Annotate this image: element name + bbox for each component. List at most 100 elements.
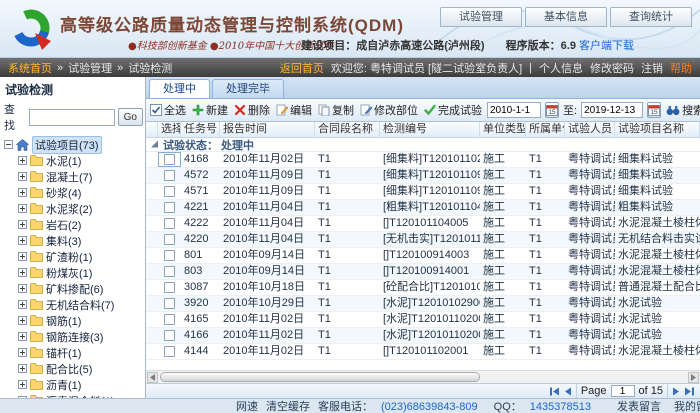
tree-item[interactable]: 沥青(1) <box>4 377 143 392</box>
copy-button[interactable]: 复制 <box>317 101 355 119</box>
tree-item[interactable]: 水泥浆(2) <box>4 201 143 216</box>
horizontal-scrollbar[interactable] <box>146 370 700 383</box>
tree-root[interactable]: 试验项目(73) <box>4 137 143 152</box>
tree-item[interactable]: 锚杆(1) <box>4 345 143 360</box>
logout-link[interactable]: 注销 <box>641 60 663 76</box>
group-collapse-icon[interactable] <box>150 140 159 149</box>
new-button[interactable]: 新建 <box>191 101 229 119</box>
row-checkbox[interactable] <box>164 202 175 213</box>
row-checkbox[interactable] <box>164 234 175 245</box>
last-page-icon[interactable] <box>684 387 695 396</box>
table-row[interactable]: 45722010年11月09日T1[细集料]T120101109003施工T1粤… <box>146 168 700 184</box>
tree-expand-icon[interactable] <box>18 252 27 261</box>
table-row[interactable]: 45712010年11月09日T1[细集料]T120101109002施工T1粤… <box>146 184 700 200</box>
table-row[interactable]: 42212010年11月04日T1[粗集料]T120101104001施工T1粤… <box>146 200 700 216</box>
column-header-7[interactable]: 试验人员 <box>565 122 615 137</box>
row-checkbox[interactable] <box>164 314 175 325</box>
table-row[interactable]: 42202010年11月04日T1[无机击实]T120101104001施工T1… <box>146 232 700 248</box>
table-row[interactable]: 8032010年09月14日T1[]T120100914001施工T1粤特调试员… <box>146 264 700 280</box>
row-checkbox[interactable] <box>164 266 175 277</box>
clear-cache-link[interactable]: 清空缓存 <box>266 398 310 413</box>
scroll-right-arrow-icon[interactable] <box>688 372 699 383</box>
first-page-icon[interactable] <box>549 387 560 396</box>
search-button[interactable]: 搜索 <box>665 101 700 119</box>
prev-page-icon[interactable] <box>564 387 572 396</box>
tree-item[interactable]: 粉煤灰(1) <box>4 265 143 280</box>
my-message-link[interactable]: 我的留言 <box>674 401 700 413</box>
breadcrumb-item-test-management[interactable]: 试验管理 <box>68 60 112 76</box>
row-checkbox[interactable] <box>164 186 175 197</box>
tree-expand-icon[interactable] <box>18 396 27 398</box>
table-row[interactable]: 39202010年10月29日T1[水泥]T120101029009施工T1粤特… <box>146 296 700 312</box>
tree-expand-icon[interactable] <box>18 380 27 389</box>
row-checkbox[interactable] <box>164 330 175 341</box>
tree-expand-icon[interactable] <box>18 300 27 309</box>
date-from-calendar-button[interactable]: 15 <box>545 102 559 118</box>
tree-expand-icon[interactable] <box>18 156 27 165</box>
tree-collapse-icon[interactable] <box>4 140 13 149</box>
table-row[interactable]: 41442010年11月02日T1[]T120101102001施工T1粤特调试… <box>146 344 700 360</box>
select-all-button[interactable]: 全选 <box>149 101 187 119</box>
tree-item[interactable]: 矿料掺配(6) <box>4 281 143 296</box>
profile-link[interactable]: 个人信息 <box>539 60 583 76</box>
table-row[interactable]: 41662010年11月02日T1[水泥]T120101102002施工T1粤特… <box>146 328 700 344</box>
tree-expand-icon[interactable] <box>18 268 27 277</box>
back-home-link[interactable]: 返回首页 <box>280 60 324 76</box>
finish-test-button[interactable]: 完成试验 <box>423 101 483 119</box>
tree-item[interactable]: 矿渣粉(1) <box>4 249 143 264</box>
tree-expand-icon[interactable] <box>18 284 27 293</box>
row-checkbox[interactable] <box>164 218 175 229</box>
column-header-8[interactable]: 试验项目名称 <box>615 122 700 137</box>
page-number-input[interactable] <box>611 385 635 397</box>
tree-expand-icon[interactable] <box>18 348 27 357</box>
tree-expand-icon[interactable] <box>18 236 27 245</box>
table-row[interactable]: 42222010年11月04日T1[]T120101104005施工T1粤特调试… <box>146 216 700 232</box>
tab-processing[interactable]: 处理中 <box>149 79 210 98</box>
tree-expand-icon[interactable] <box>18 220 27 229</box>
column-header-6[interactable]: 所属单位 <box>526 122 565 137</box>
help-link[interactable]: 帮助 <box>670 60 692 76</box>
tab-finished[interactable]: 处理完毕 <box>212 79 284 98</box>
table-row[interactable]: 30872010年10月18日T1[砼配合比]T120101018001施工T1… <box>146 280 700 296</box>
column-header-2[interactable]: 报告时间 <box>220 122 315 137</box>
tree-item[interactable]: 沥青混合料(1) <box>4 393 143 398</box>
tree-item[interactable]: 配合比(5) <box>4 361 143 376</box>
row-checkbox[interactable] <box>164 346 175 357</box>
column-header-0[interactable]: 选择 <box>158 122 181 137</box>
row-checkbox[interactable] <box>164 154 175 165</box>
tree-expand-icon[interactable] <box>18 332 27 341</box>
edit-button[interactable]: 编辑 <box>275 101 313 119</box>
tree-expand-icon[interactable] <box>18 172 27 181</box>
row-checkbox[interactable] <box>164 298 175 309</box>
row-checkbox[interactable] <box>164 282 175 293</box>
scrollbar-thumb[interactable] <box>160 372 480 382</box>
tree-expand-icon[interactable] <box>18 316 27 325</box>
net-speed-link[interactable]: 网速 <box>236 398 258 413</box>
row-checkbox[interactable] <box>164 170 175 181</box>
column-header-5[interactable]: 单位类型 <box>480 122 526 137</box>
post-message-link[interactable]: 发表留言 <box>617 401 661 413</box>
column-header-4[interactable]: 检测编号 <box>380 122 480 137</box>
group-row[interactable]: 试验状态： 处理中 <box>146 138 700 152</box>
client-download-link[interactable]: 客户端下载 <box>579 40 634 52</box>
date-to-calendar-button[interactable]: 15 <box>647 102 661 118</box>
column-header-1[interactable]: 任务号 <box>181 122 220 137</box>
tree-item[interactable]: 砂浆(4) <box>4 185 143 200</box>
tree-expand-icon[interactable] <box>18 364 27 373</box>
tree-item[interactable]: 集料(3) <box>4 233 143 248</box>
tree-root-label[interactable]: 试验项目(73) <box>32 136 102 154</box>
search-input[interactable] <box>29 109 115 126</box>
go-button[interactable]: Go <box>118 108 143 126</box>
tree-item[interactable]: 水泥(1) <box>4 153 143 168</box>
tree-item[interactable]: 无机结合料(7) <box>4 297 143 312</box>
tree-expand-icon[interactable] <box>18 188 27 197</box>
change-password-link[interactable]: 修改密码 <box>590 60 634 76</box>
tree-item[interactable]: 混凝土(7) <box>4 169 143 184</box>
nav-tab-1[interactable]: 基本信息 <box>525 7 607 27</box>
breadcrumb-home-link[interactable]: 系统首页 <box>8 60 52 76</box>
tree-expand-icon[interactable] <box>18 204 27 213</box>
table-row[interactable]: 8012010年09月14日T1[]T120100914003施工T1粤特调试员… <box>146 248 700 264</box>
tree-item[interactable]: 钢筋(1) <box>4 313 143 328</box>
scroll-left-arrow-icon[interactable] <box>147 372 158 383</box>
row-checkbox[interactable] <box>164 250 175 261</box>
